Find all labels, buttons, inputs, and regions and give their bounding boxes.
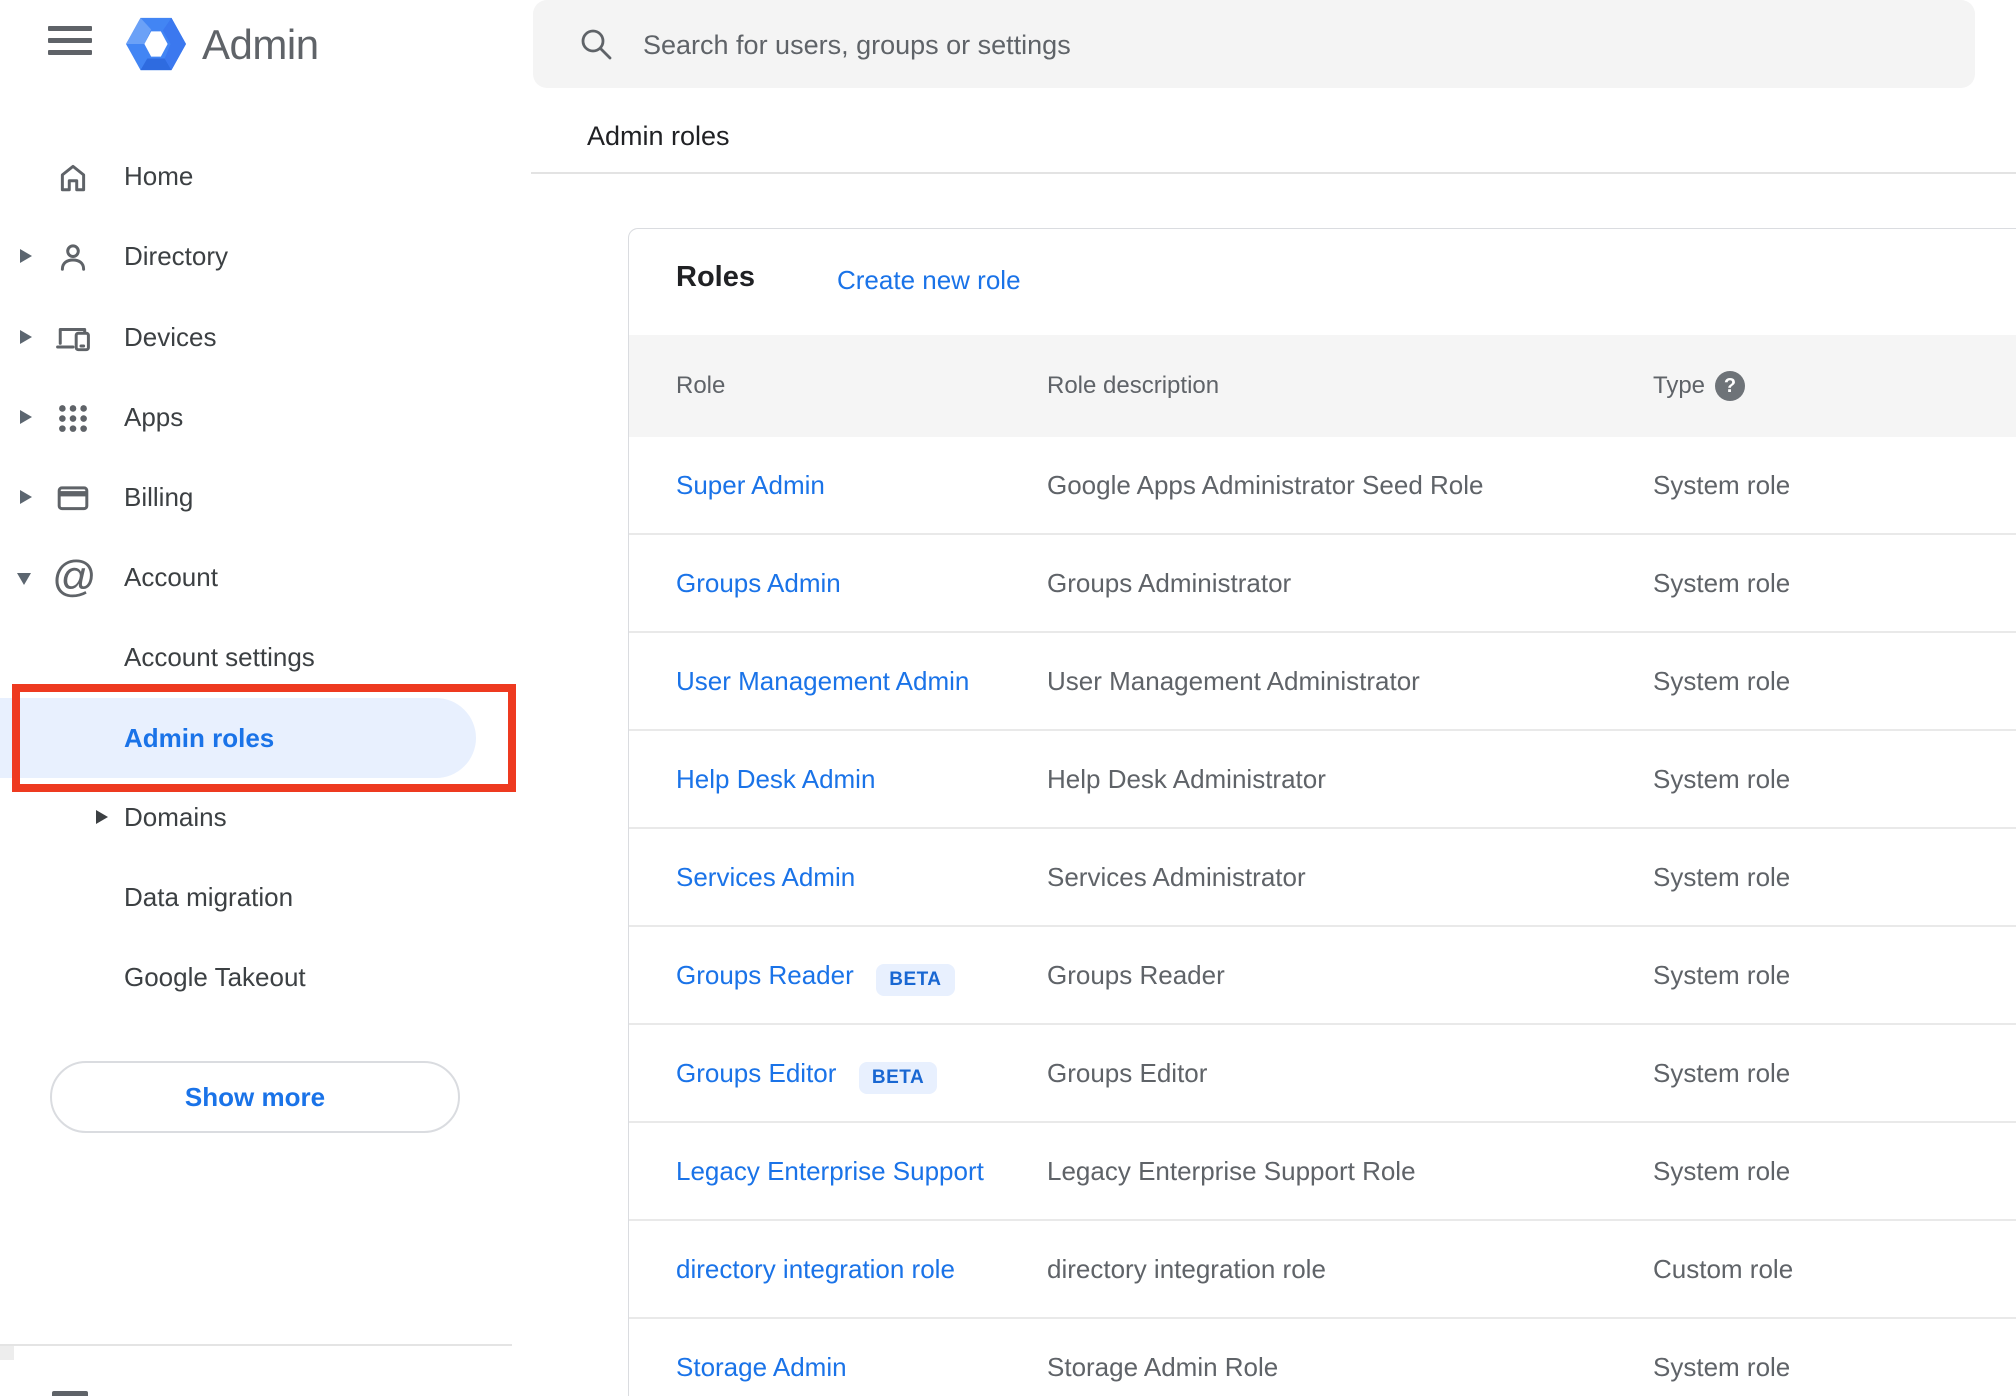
role-link[interactable]: Groups Editor bbox=[676, 1058, 836, 1088]
role-description: Storage Admin Role bbox=[1047, 1352, 1279, 1382]
role-type: System role bbox=[1653, 862, 1791, 892]
beta-badge: BETA bbox=[858, 1061, 938, 1094]
apps-grid-icon bbox=[56, 401, 90, 435]
sidebar-item-admin-roles-selected[interactable]: Admin roles bbox=[0, 698, 476, 778]
sidebar-item-label: Directory bbox=[124, 241, 229, 271]
sidebar-bottom-divider bbox=[0, 1344, 512, 1346]
table-row: Super Admin Google Apps Administrator Se… bbox=[629, 437, 2016, 535]
role-description: Groups Administrator bbox=[1047, 568, 1292, 598]
sidebar-item-label: Home bbox=[124, 161, 194, 191]
role-link[interactable]: Groups Reader bbox=[676, 960, 854, 990]
search-icon bbox=[578, 26, 614, 67]
role-description: Groups Editor bbox=[1047, 1058, 1208, 1088]
at-sign-icon: @ bbox=[52, 552, 97, 601]
admin-console: Admin Admin roles Home Directory bbox=[0, 0, 2016, 1396]
sidebar-item-label: Account settings bbox=[124, 642, 315, 672]
role-link[interactable]: Services Admin bbox=[676, 862, 855, 892]
breadcrumb: Admin roles bbox=[587, 121, 730, 151]
table-row: Groups Reader BETA Groups Reader System … bbox=[629, 927, 2016, 1025]
scrollbar-fragment bbox=[0, 1346, 14, 1360]
sidebar-item-data-migration[interactable]: Data migration bbox=[0, 857, 512, 937]
sidebar-item-billing[interactable]: Billing bbox=[0, 457, 512, 537]
table-row: User Management Admin User Management Ad… bbox=[629, 633, 2016, 731]
credit-card-icon bbox=[56, 481, 90, 515]
column-header-description: Role description bbox=[1047, 372, 1220, 399]
role-description: Groups Reader bbox=[1047, 960, 1225, 990]
role-link[interactable]: Storage Admin bbox=[676, 1352, 847, 1382]
chevron-right-icon bbox=[96, 810, 108, 824]
show-more-label: Show more bbox=[184, 1082, 326, 1112]
table-row: Storage Admin Storage Admin Role System … bbox=[629, 1319, 2016, 1396]
role-type: System role bbox=[1653, 764, 1791, 794]
column-header-type: Type bbox=[1653, 372, 1706, 399]
role-description: Help Desk Administrator bbox=[1047, 764, 1326, 794]
role-type: System role bbox=[1653, 1156, 1791, 1186]
role-link[interactable]: Help Desk Admin bbox=[676, 764, 875, 794]
show-more-button[interactable]: Show more bbox=[50, 1061, 460, 1133]
sidebar-item-directory[interactable]: Directory bbox=[0, 216, 512, 296]
roles-card-title: Roles bbox=[676, 261, 755, 293]
chevron-right-icon bbox=[20, 490, 32, 504]
sidebar-item-domains[interactable]: Domains bbox=[0, 777, 512, 857]
role-link[interactable]: User Management Admin bbox=[676, 666, 969, 696]
table-row: Groups Editor BETA Groups Editor System … bbox=[629, 1025, 2016, 1123]
chevron-right-icon bbox=[20, 249, 32, 263]
role-type: System role bbox=[1653, 470, 1791, 500]
sidebar-item-label: Apps bbox=[124, 402, 184, 432]
role-type: System role bbox=[1653, 1058, 1791, 1088]
chevron-right-icon bbox=[20, 330, 32, 344]
sidebar-item-label: Billing bbox=[124, 482, 194, 512]
sidebar-item-label: Domains bbox=[124, 802, 227, 832]
role-description: Services Administrator bbox=[1047, 862, 1306, 892]
sidebar-item-label: Admin roles bbox=[124, 723, 275, 753]
beta-badge: BETA bbox=[876, 963, 955, 996]
role-type: System role bbox=[1653, 960, 1791, 990]
table-row: Groups Admin Groups Administrator System… bbox=[629, 535, 2016, 633]
sidebar-item-label: Google Takeout bbox=[124, 962, 306, 992]
app-title: Admin bbox=[202, 21, 319, 68]
sidebar-item-devices[interactable]: Devices bbox=[0, 297, 512, 377]
role-type: System role bbox=[1653, 568, 1791, 598]
breadcrumb-divider bbox=[531, 172, 2016, 174]
table-row: Legacy Enterprise Support Legacy Enterpr… bbox=[629, 1123, 2016, 1221]
home-icon bbox=[56, 160, 90, 194]
person-icon bbox=[56, 240, 90, 274]
role-description: Google Apps Administrator Seed Role bbox=[1047, 470, 1484, 500]
table-row: directory integration role directory int… bbox=[629, 1221, 2016, 1319]
create-new-role-link[interactable]: Create new role bbox=[837, 265, 1021, 296]
table-header-row: Role Role description Type ? bbox=[629, 335, 2016, 437]
table-row: Help Desk Admin Help Desk Administrator … bbox=[629, 731, 2016, 829]
sidebar-item-home[interactable]: Home bbox=[0, 136, 512, 216]
sidebar-item-account[interactable]: @ Account bbox=[0, 537, 512, 617]
role-link[interactable]: directory integration role bbox=[676, 1254, 955, 1284]
search-bar bbox=[533, 0, 1975, 90]
hamburger-menu-icon[interactable] bbox=[48, 26, 92, 56]
chevron-right-icon bbox=[20, 410, 32, 424]
search-input[interactable] bbox=[641, 0, 1845, 90]
table-body: Super Admin Google Apps Administrator Se… bbox=[629, 437, 2016, 1396]
sidebar-item-account-settings[interactable]: Account settings bbox=[0, 617, 512, 697]
help-icon[interactable]: ? bbox=[1715, 371, 1745, 401]
sidebar-item-google-takeout[interactable]: Google Takeout bbox=[0, 937, 512, 1017]
sidebar-item-label: Account bbox=[124, 562, 218, 592]
role-link[interactable]: Super Admin bbox=[676, 470, 825, 500]
sidebar-item-apps[interactable]: Apps bbox=[0, 377, 512, 457]
chevron-down-icon bbox=[17, 573, 31, 585]
devices-icon bbox=[56, 321, 90, 355]
roles-card: Roles Create new role Role Role descript… bbox=[628, 228, 2016, 1396]
role-type: Custom role bbox=[1653, 1254, 1794, 1284]
role-type: System role bbox=[1653, 666, 1791, 696]
clipped-bottom-icon bbox=[52, 1391, 88, 1396]
role-description: User Management Administrator bbox=[1047, 666, 1420, 696]
role-description: Legacy Enterprise Support Role bbox=[1047, 1156, 1416, 1186]
sidebar-item-label: Data migration bbox=[124, 882, 294, 912]
admin-logo-icon[interactable] bbox=[126, 15, 186, 73]
role-description: directory integration role bbox=[1047, 1254, 1326, 1284]
role-link[interactable]: Groups Admin bbox=[676, 568, 841, 598]
column-header-role: Role bbox=[676, 372, 726, 399]
table-row: Services Admin Services Administrator Sy… bbox=[629, 829, 2016, 927]
sidebar-item-label: Devices bbox=[124, 322, 217, 352]
role-type: System role bbox=[1653, 1352, 1791, 1382]
role-link[interactable]: Legacy Enterprise Support bbox=[676, 1156, 984, 1186]
